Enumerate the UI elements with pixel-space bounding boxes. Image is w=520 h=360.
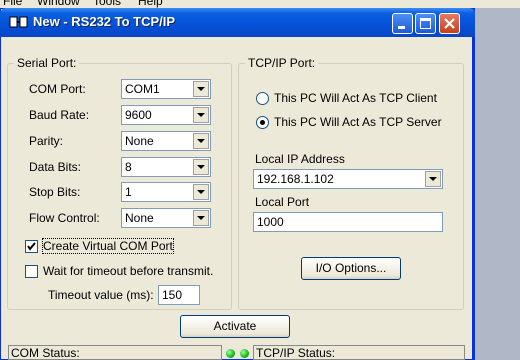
flow-control-select[interactable]: None (121, 208, 211, 228)
flow-control-label: Flow Control: (29, 211, 100, 225)
data-bits-label: Data Bits: (29, 160, 82, 174)
wait-timeout-checkbox[interactable] (25, 265, 38, 278)
create-virtual-com-label[interactable]: Create Virtual COM Port (42, 238, 174, 254)
com-port-label: COM Port: (29, 82, 86, 96)
local-port-label: Local Port (255, 195, 310, 209)
tcp-server-radio[interactable] (256, 116, 269, 129)
com-status-panel: COM Status: (8, 345, 222, 360)
timeout-label: Timeout value (ms): (48, 288, 154, 302)
flow-control-value: None (125, 211, 154, 225)
serial-group-title: Serial Port: (14, 56, 80, 70)
local-ip-value: 192.168.1.102 (257, 172, 334, 186)
minimize-button[interactable] (392, 13, 413, 34)
chevron-down-icon[interactable] (193, 81, 209, 97)
com-port-value: COM1 (125, 82, 160, 96)
minimize-icon (398, 26, 405, 29)
data-bits-value: 8 (125, 160, 132, 174)
tcp-client-radio[interactable] (256, 92, 269, 105)
maximize-button[interactable] (415, 13, 436, 34)
chevron-down-icon[interactable] (193, 210, 209, 226)
baud-rate-select[interactable]: 9600 (121, 105, 211, 125)
tcp-status-label: TCP/IP Status: (256, 346, 336, 360)
local-port-value: 1000 (257, 215, 284, 229)
com-port-select[interactable]: COM1 (121, 79, 211, 99)
stop-bits-label: Stop Bits: (29, 185, 81, 199)
radio-selected-icon (260, 120, 265, 125)
io-options-button[interactable]: I/O Options... (301, 257, 401, 280)
menu-file[interactable]: File (3, 0, 22, 8)
menu-help[interactable]: Help (138, 0, 163, 8)
desktop-background (475, 0, 520, 360)
tcp-status-panel: TCP/IP Status: (253, 345, 465, 360)
com-status-label: COM Status: (11, 346, 80, 360)
chevron-down-icon[interactable] (425, 171, 441, 187)
create-virtual-com-checkbox[interactable] (25, 240, 38, 253)
close-icon (444, 18, 455, 29)
tcp-client-label[interactable]: This PC Will Act As TCP Client (274, 91, 437, 105)
window-title: New - RS232 To TCP/IP (33, 14, 176, 29)
close-button[interactable] (439, 13, 460, 34)
chevron-down-icon[interactable] (193, 107, 209, 123)
app-icon (9, 14, 29, 30)
timeout-input[interactable]: 150 (158, 285, 200, 305)
parity-value: None (125, 134, 154, 148)
chevron-down-icon[interactable] (193, 184, 209, 200)
chevron-down-icon[interactable] (193, 159, 209, 175)
local-ip-select[interactable]: 192.168.1.102 (253, 169, 443, 189)
menu-window[interactable]: Window (37, 0, 80, 8)
wait-timeout-label[interactable]: Wait for timeout before transmit. (43, 264, 213, 278)
local-ip-label: Local IP Address (255, 152, 345, 166)
tcp-group-title: TCP/IP Port: (245, 56, 319, 70)
checkmark-icon (27, 242, 36, 251)
timeout-value: 150 (162, 288, 183, 302)
data-bits-select[interactable]: 8 (121, 157, 211, 177)
stop-bits-value: 1 (125, 185, 132, 199)
baud-rate-value: 9600 (125, 108, 152, 122)
parent-menu-bar: File Window Tools Help (0, 0, 520, 8)
parity-select[interactable]: None (121, 131, 211, 151)
baud-rate-label: Baud Rate: (29, 108, 90, 122)
activate-button[interactable]: Activate (180, 315, 290, 338)
maximize-icon (420, 18, 431, 29)
com-status-led-icon (226, 349, 235, 358)
stop-bits-select[interactable]: 1 (121, 182, 211, 202)
tcp-server-label[interactable]: This PC Will Act As TCP Server (274, 115, 442, 129)
chevron-down-icon[interactable] (193, 133, 209, 149)
local-port-input[interactable]: 1000 (253, 212, 443, 232)
parity-label: Parity: (29, 134, 64, 148)
menu-tools[interactable]: Tools (93, 0, 121, 8)
tcp-status-led-icon (240, 349, 249, 358)
